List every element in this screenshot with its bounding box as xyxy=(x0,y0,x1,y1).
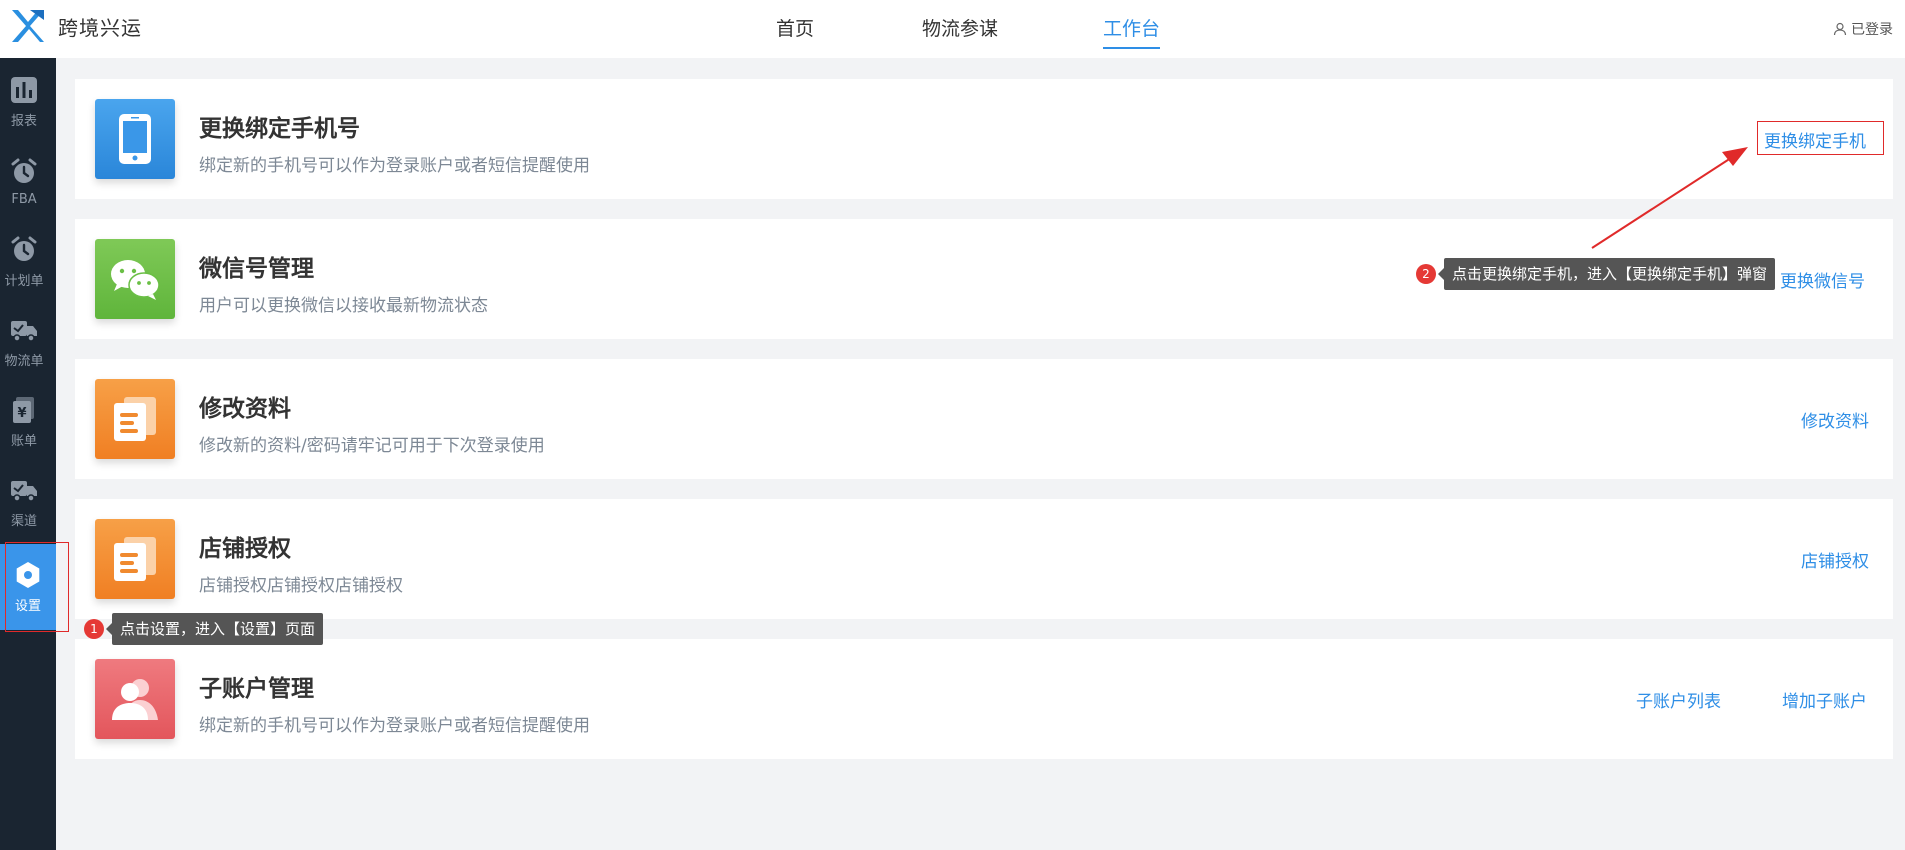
phone-icon xyxy=(119,114,151,164)
sidebar-label: 设置 xyxy=(14,598,41,614)
add-sub-account-link[interactable]: 增加子账户 xyxy=(1782,687,1867,712)
annotation-tooltip-2: 点击更换绑定手机，进入【更换绑定手机】弹窗 xyxy=(1437,258,1776,290)
hexagon-settings-icon xyxy=(16,561,40,588)
sidebar-item-settings[interactable]: 设置 xyxy=(0,544,56,630)
alarm-clock-icon xyxy=(11,236,37,261)
card-title: 更换绑定手机号 xyxy=(199,116,360,142)
edit-profile-link[interactable]: 修改资料 xyxy=(1801,407,1869,432)
nav-workbench[interactable]: 工作台 xyxy=(1103,14,1161,49)
annotation-tooltip-1: 点击设置，进入【设置】页面 xyxy=(105,613,324,645)
users-icon xyxy=(112,679,158,720)
sub-account-list-link[interactable]: 子账户列表 xyxy=(1636,687,1721,712)
bar-chart-icon xyxy=(11,76,37,103)
nav-home[interactable]: 首页 xyxy=(776,14,814,47)
main-nav: 首页 物流参谋 工作台 xyxy=(0,0,1905,58)
documents-icon xyxy=(114,537,156,581)
svg-text:¥: ¥ xyxy=(17,406,26,421)
annotation-badge-1: 1 xyxy=(84,619,104,639)
card-title: 修改资料 xyxy=(199,396,291,422)
annotation-badge-2: 2 xyxy=(1416,264,1436,284)
card-description: 店铺授权店铺授权店铺授权 xyxy=(199,576,403,596)
truck-icon xyxy=(11,320,37,342)
alarm-clock-icon xyxy=(11,158,37,183)
wechat-icon xyxy=(111,260,160,300)
sidebar-item-logistics-order[interactable]: 物流单 xyxy=(0,304,48,380)
documents-icon xyxy=(114,397,156,441)
change-wechat-link[interactable]: 更换微信号 xyxy=(1780,267,1865,292)
card-icon xyxy=(95,659,175,739)
card-edit-profile: 修改资料 修改新的资料/密码请牢记可用于下次登录使用 修改资料 xyxy=(75,359,1893,479)
sidebar-label: 计划单 xyxy=(4,273,44,289)
sidebar-item-bill[interactable]: ¥ 账单 xyxy=(0,384,48,460)
nav-logistics-advisor[interactable]: 物流参谋 xyxy=(922,14,998,47)
card-description: 绑定新的手机号可以作为登录账户或者短信提醒使用 xyxy=(199,156,590,176)
bill-icon: ¥ xyxy=(13,396,34,423)
sidebar-label: 报表 xyxy=(10,113,37,129)
sidebar-label: 物流单 xyxy=(4,353,44,369)
card-description: 修改新的资料/密码请牢记可用于下次登录使用 xyxy=(199,436,545,456)
sidebar-item-fba[interactable]: FBA xyxy=(0,144,48,220)
card-icon xyxy=(95,239,175,319)
card-description: 绑定新的手机号可以作为登录账户或者短信提醒使用 xyxy=(199,716,590,736)
sidebar-item-channel[interactable]: 渠道 xyxy=(0,464,48,540)
sidebar-label: FBA xyxy=(11,191,37,207)
card-title: 子账户管理 xyxy=(199,676,314,702)
card-icon xyxy=(95,99,175,179)
store-authorization-link[interactable]: 店铺授权 xyxy=(1801,547,1869,572)
user-status[interactable]: 已登录 xyxy=(1833,19,1893,39)
sidebar-label: 渠道 xyxy=(10,513,37,529)
sidebar-label: 账单 xyxy=(10,433,37,449)
sidebar: 报表 FBA 计划单 物流单 ¥ 账单 渠道 设置 xyxy=(0,58,56,850)
card-description: 用户可以更换微信以接收最新物流状态 xyxy=(199,296,488,316)
card-icon xyxy=(95,519,175,599)
card-icon xyxy=(95,379,175,459)
user-icon xyxy=(1833,22,1847,36)
card-title: 店铺授权 xyxy=(199,536,291,562)
card-store-authorization: 店铺授权 店铺授权店铺授权店铺授权 店铺授权 xyxy=(75,499,1893,619)
card-sub-accounts: 子账户管理 绑定新的手机号可以作为登录账户或者短信提醒使用 子账户列表 增加子账… xyxy=(75,639,1893,759)
sidebar-item-report[interactable]: 报表 xyxy=(0,64,48,140)
card-title: 微信号管理 xyxy=(199,256,314,282)
top-header: 跨境兴运 首页 物流参谋 工作台 已登录 xyxy=(0,0,1905,58)
user-status-label: 已登录 xyxy=(1851,22,1893,38)
truck-icon xyxy=(11,480,37,502)
sidebar-item-plan[interactable]: 计划单 xyxy=(0,224,48,300)
card-change-phone: 更换绑定手机号 绑定新的手机号可以作为登录账户或者短信提醒使用 更换绑定手机 xyxy=(75,79,1893,199)
change-phone-link[interactable]: 更换绑定手机 xyxy=(1764,127,1866,152)
